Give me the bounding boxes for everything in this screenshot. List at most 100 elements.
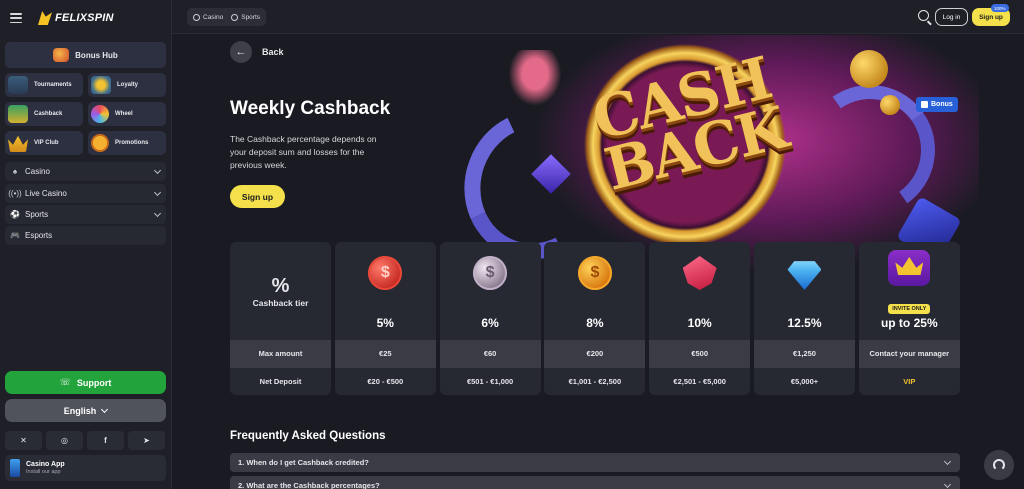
- tier-percent: 10%: [687, 316, 712, 330]
- tile-tournaments[interactable]: Tournaments: [5, 73, 83, 97]
- chevron-down-icon: [153, 209, 162, 217]
- signup-bonus-badge: 100%: [991, 4, 1009, 12]
- main-content: CASH BACK ← Back Weekly Cashback The Cas…: [172, 35, 1024, 489]
- cash-icon: [8, 105, 28, 123]
- gold-coin-icon: $: [577, 256, 612, 290]
- x-icon[interactable]: ✕: [5, 431, 42, 450]
- tier-net-deposit: €501 - €1,000: [439, 368, 541, 395]
- social-links: ✕ ◎ f ➤: [5, 431, 166, 450]
- tier-net-deposit: €1,001 - €2,500: [544, 368, 646, 395]
- bonus-tag-label: Bonus: [931, 101, 953, 108]
- ball-icon: [231, 13, 239, 21]
- chevron-down-icon: [943, 457, 952, 465]
- support-button[interactable]: ☏ Support: [5, 371, 166, 394]
- faq-title: Frequently Asked Questions: [230, 430, 386, 442]
- wheel-icon: [91, 105, 109, 123]
- tier-percent: 12.5%: [787, 316, 822, 330]
- faq-question: 1. When do I get Cashback credited?: [238, 458, 369, 467]
- sidebar-item-label: Casino: [25, 167, 50, 176]
- hero-signup-button[interactable]: Sign up: [230, 185, 285, 208]
- sidebar-item-live-casino[interactable]: ((•)) Live Casino: [5, 184, 166, 203]
- max-amount-label: Max amount: [230, 340, 331, 368]
- faq-question: 2. What are the Cashback percentages?: [238, 481, 380, 489]
- silver-coin-icon: $: [473, 256, 508, 290]
- tier-percent: 6%: [481, 316, 499, 330]
- bonus-hub-button[interactable]: Bonus Hub: [5, 42, 166, 68]
- tier-column-vip: INVITE ONLY up to 25% Contact your manag…: [858, 242, 960, 395]
- tier-column: 10% €500 €2,501 - €5,000: [649, 242, 751, 395]
- faq-item[interactable]: 1. When do I get Cashback credited?: [230, 453, 960, 472]
- language-select[interactable]: English: [5, 399, 166, 422]
- telegram-icon[interactable]: ➤: [128, 431, 165, 450]
- tier-percent: 5%: [376, 316, 394, 330]
- tab-casino[interactable]: Casino: [190, 13, 226, 21]
- percent-icon: [91, 134, 109, 152]
- gamepad-icon: 🎮: [10, 231, 20, 240]
- ruby-icon: [682, 256, 717, 290]
- promo-tiles: Tournaments Loyalty Cashback Wheel VIP C…: [5, 73, 166, 155]
- tier-column: $ 6% €60 €501 - €1,000: [439, 242, 541, 395]
- live-icon: ((•)): [8, 189, 22, 198]
- invite-only-badge: INVITE ONLY: [888, 304, 931, 314]
- login-button[interactable]: Log in: [935, 8, 968, 26]
- tab-sports[interactable]: Sports: [228, 13, 263, 21]
- coin-icon: [880, 95, 900, 115]
- cashback-tier-table: % Cashback tier Max amount Net Deposit $…: [230, 242, 960, 395]
- casino-icon: [193, 13, 200, 21]
- sidebar-item-esports[interactable]: 🎮 Esports: [5, 226, 166, 245]
- back-label[interactable]: Back: [262, 47, 284, 57]
- tier-max-amount: Contact your manager: [858, 340, 960, 368]
- tile-loyalty[interactable]: Loyalty: [88, 73, 166, 97]
- bonus-hub-label: Bonus Hub: [75, 50, 118, 60]
- tier-max-amount: €500: [649, 340, 751, 368]
- chevron-down-icon: [153, 188, 162, 196]
- tile-cashback[interactable]: Cashback: [5, 102, 83, 126]
- topbar: Casino Sports Log in Sign up 100%: [172, 0, 1024, 34]
- facebook-icon[interactable]: f: [87, 431, 124, 450]
- casino-app-card[interactable]: Casino App Install our app: [5, 455, 166, 481]
- back-button[interactable]: ←: [230, 41, 252, 63]
- live-chat-button[interactable]: [984, 450, 1014, 480]
- gift-icon: [53, 48, 70, 62]
- tile-label: Tournaments: [34, 82, 72, 88]
- cashback-tier-label: Cashback tier: [252, 298, 309, 308]
- tile-promotions[interactable]: Promotions: [88, 131, 166, 155]
- tier-max-amount: €25: [334, 340, 436, 368]
- bonus-tag: Bonus: [916, 97, 958, 112]
- tier-max-amount: €200: [544, 340, 646, 368]
- search-icon[interactable]: [918, 10, 929, 21]
- sidebar-item-sports[interactable]: ⚽ Sports: [5, 205, 166, 224]
- sidebar-item-casino[interactable]: ♠ Casino: [5, 162, 166, 181]
- tier-header-column: % Cashback tier Max amount Net Deposit: [230, 242, 331, 395]
- logo[interactable]: FELIXSPIN: [38, 11, 114, 25]
- faq-item[interactable]: 2. What are the Cashback percentages?: [230, 476, 960, 489]
- app-title: Casino App: [26, 461, 65, 468]
- tile-label: VIP Club: [34, 140, 59, 146]
- net-deposit-label: Net Deposit: [230, 368, 331, 395]
- chevron-down-icon: [101, 405, 109, 413]
- percent-symbol: %: [271, 275, 290, 297]
- sidebar-item-label: Sports: [25, 210, 49, 219]
- chevron-down-icon: [153, 166, 162, 174]
- tile-label: Cashback: [34, 111, 63, 117]
- tier-net-deposit: VIP: [858, 368, 960, 395]
- tile-label: Wheel: [115, 111, 133, 117]
- sidebar-header: FELIXSPIN: [0, 0, 171, 36]
- tile-vip-club[interactable]: VIP Club: [5, 131, 83, 155]
- menu-icon[interactable]: [10, 13, 22, 23]
- coin-icon: [850, 50, 888, 88]
- tier-net-deposit: €20 - €500: [334, 368, 436, 395]
- casino-sports-switch: Casino Sports: [187, 8, 267, 26]
- trophy-icon: [8, 76, 28, 94]
- headset-icon: [993, 459, 1005, 471]
- tier-percent: up to 25%: [880, 316, 938, 330]
- tile-wheel[interactable]: Wheel: [88, 102, 166, 126]
- instagram-icon[interactable]: ◎: [46, 431, 83, 450]
- tile-label: Loyalty: [117, 82, 139, 88]
- tab-label: Casino: [203, 13, 224, 21]
- sidebar-item-label: Live Casino: [25, 189, 67, 198]
- shield-icon: [91, 76, 111, 94]
- tier-net-deposit: €2,501 - €5,000: [649, 368, 751, 395]
- chevron-down-icon: [943, 480, 952, 488]
- tier-column: $ 5% €25 €20 - €500: [334, 242, 436, 395]
